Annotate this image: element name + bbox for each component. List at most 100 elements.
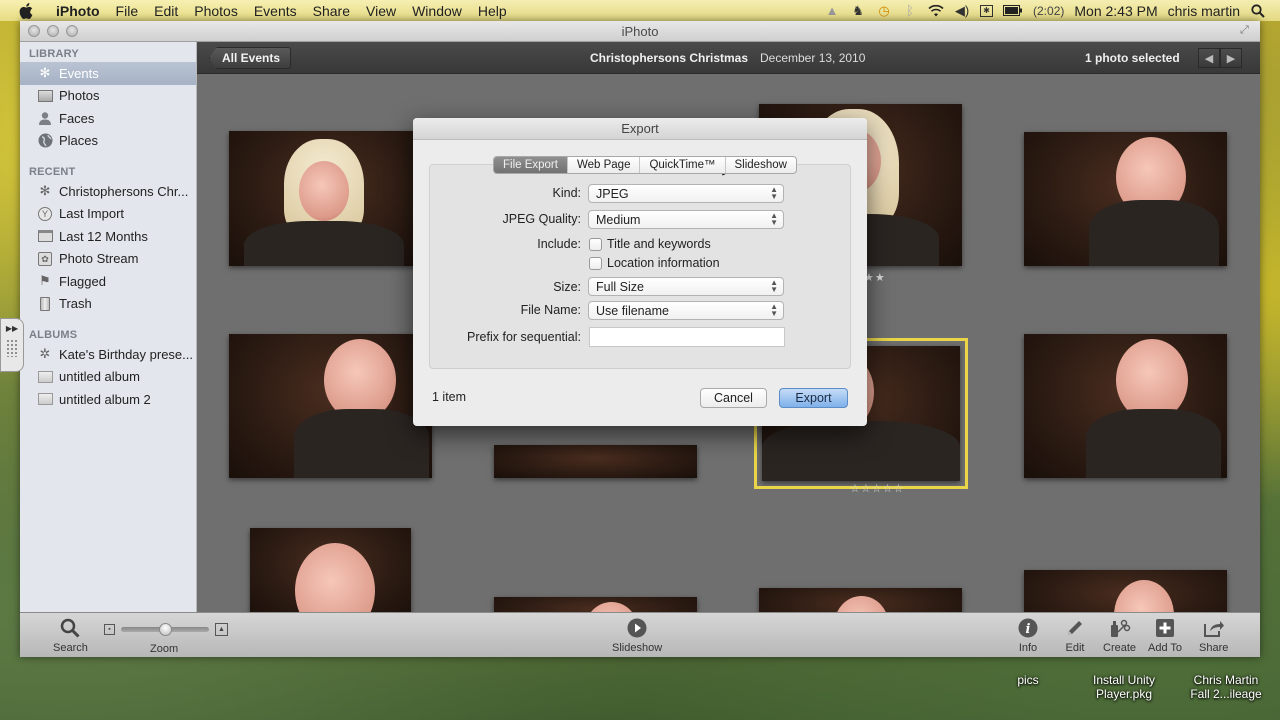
share-icon [1202,616,1226,640]
sidebar-section-recent: RECENT [29,166,76,178]
desktop-icon-chris-martin-file[interactable]: Chris Martin Fall 2...ileage [1180,673,1272,701]
sidebar-item-photo-stream[interactable]: ✿ Photo Stream [20,248,196,271]
title-keywords-checkbox[interactable]: Title and keywords [589,237,711,251]
photo-thumbnail[interactable] [1024,570,1227,612]
location-info-checkbox[interactable]: Location information [589,256,720,270]
photo-thumbnail[interactable] [494,445,697,478]
sidebar-item-christophersons-christmas[interactable]: ✻ Christophersons Chr... [20,180,196,203]
checkbox-box[interactable] [589,256,602,270]
menu-app-iphoto[interactable]: iPhoto [48,3,108,19]
sidebar-item-last-import[interactable]: Y Last Import [20,203,196,226]
add-to-button[interactable]: Add To [1148,616,1182,654]
tab-web-page[interactable]: Web Page [568,157,641,173]
evernote-icon[interactable]: ♞ [850,3,866,18]
kind-label: Kind: [552,186,582,200]
menu-file[interactable]: File [108,3,147,19]
size-select[interactable]: Full Size ▲ ▼ [588,277,784,296]
close-window-button[interactable] [28,25,40,37]
next-event-arrow-icon[interactable]: ▶ [1220,48,1242,68]
photo-thumbnail[interactable] [229,334,432,478]
volume-icon[interactable]: ◀) [954,3,970,18]
globe-icon [37,133,53,149]
photos-icon [37,88,53,104]
user-name[interactable]: chris martin [1168,3,1240,19]
photo-thumbnail[interactable] [1024,132,1227,266]
dialog-title: Export [413,118,867,140]
previous-event-arrow-icon[interactable]: ◀ [1198,48,1220,68]
sidebar-item-last-12-months[interactable]: Last 12 Months [20,225,196,248]
file-name-label: File Name: [520,303,581,317]
time-machine-icon[interactable]: ◷ [876,3,892,18]
share-button[interactable]: Share [1199,616,1228,654]
sidebar-item-places[interactable]: Places [20,130,196,153]
photo-thumbnail[interactable] [494,597,697,612]
create-button[interactable]: Create [1103,616,1136,654]
checkbox-box[interactable] [589,237,602,251]
clock[interactable]: Mon 2:43 PM [1074,3,1157,19]
sidebar-item-photos[interactable]: Photos [20,85,196,108]
desktop-icon-install-unity[interactable]: Install Unity Player.pkg [1080,673,1168,701]
kind-select[interactable]: JPEG ▲ ▼ [588,184,784,203]
cancel-button[interactable]: Cancel [700,388,767,408]
info-button[interactable]: i Info [1016,616,1040,654]
sidebar-item-untitled-album[interactable]: untitled album [20,366,196,389]
album-icon [37,369,53,385]
spotlight-search-icon[interactable] [1250,3,1266,18]
item-count: 1 item [432,390,467,404]
zoom-window-button[interactable] [66,25,78,37]
sidebar-item-flagged[interactable]: ⚑ Flagged [20,270,196,293]
menu-photos[interactable]: Photos [186,3,246,19]
export-button[interactable]: Export [779,388,848,408]
bluetooth-icon[interactable]: ᛒ [902,3,918,18]
desktop-icon-pics[interactable]: pics [1008,673,1048,687]
tab-file-export[interactable]: File Export [494,157,568,173]
slideshow-button[interactable]: Slideshow [612,616,662,654]
tab-slideshow[interactable]: Slideshow [726,157,796,173]
tab-quicktime[interactable]: QuickTime™ [640,157,726,173]
photo-thumbnail[interactable] [229,131,432,266]
zoom-large-icon: ▲ [215,623,228,636]
photo-stream-icon: ✿ [37,251,53,267]
pencil-icon [1063,616,1087,640]
dock-drawer-handle[interactable]: ▶▶ [0,318,24,372]
sidebar-item-faces[interactable]: Faces [20,107,196,130]
zoom-slider-track[interactable] [121,623,209,636]
file-name-select[interactable]: Use filename ▲ ▼ [588,301,784,320]
window-titlebar[interactable]: iPhoto ⤢ [20,21,1260,42]
photo-rating[interactable]: ★★ [864,271,886,284]
prefix-input[interactable] [589,327,785,347]
menu-share[interactable]: Share [305,3,358,19]
event-navigation: ◀ ▶ [1198,48,1242,68]
wifi-icon[interactable] [928,4,944,18]
sidebar-item-events[interactable]: ✻ Events [20,62,196,85]
minimize-window-button[interactable] [47,25,59,37]
photo-thumbnail[interactable] [759,588,962,612]
sidebar-item-label: Faces [59,110,95,126]
photo-thumbnail[interactable] [1024,334,1227,478]
keyboard-icon[interactable]: ✱ [980,4,994,17]
zoom-slider-knob[interactable] [158,623,172,636]
google-drive-icon[interactable]: ▲ [824,3,840,18]
photo-thumbnail[interactable] [250,528,411,612]
menu-window[interactable]: Window [404,3,470,19]
edit-button[interactable]: Edit [1063,616,1087,654]
battery-icon[interactable] [1003,4,1023,18]
menu-view[interactable]: View [358,3,404,19]
sidebar-section-albums: ALBUMS [29,329,78,341]
sidebar-item-kates-birthday[interactable]: ✲ Kate's Birthday prese... [20,343,196,366]
sidebar-section-library: LIBRARY [29,48,79,60]
fullscreen-icon[interactable]: ⤢ [1240,24,1254,38]
sidebar-item-label: untitled album [59,369,140,385]
last-import-icon: Y [37,206,53,222]
all-events-button[interactable]: All Events [209,47,292,69]
photo-rating[interactable]: ☆☆☆☆☆ [850,482,904,495]
apple-menu-icon[interactable] [18,2,34,19]
zoom-slider[interactable]: ▪ ▲ [104,623,228,636]
search-button[interactable]: Search [53,616,88,654]
menu-help[interactable]: Help [470,3,515,19]
jpeg-quality-select[interactable]: Medium ▲ ▼ [588,210,784,229]
sidebar-item-untitled-album-2[interactable]: untitled album 2 [20,388,196,411]
sidebar-item-trash[interactable]: Trash [20,293,196,316]
menu-edit[interactable]: Edit [146,3,186,19]
menu-events[interactable]: Events [246,3,305,19]
